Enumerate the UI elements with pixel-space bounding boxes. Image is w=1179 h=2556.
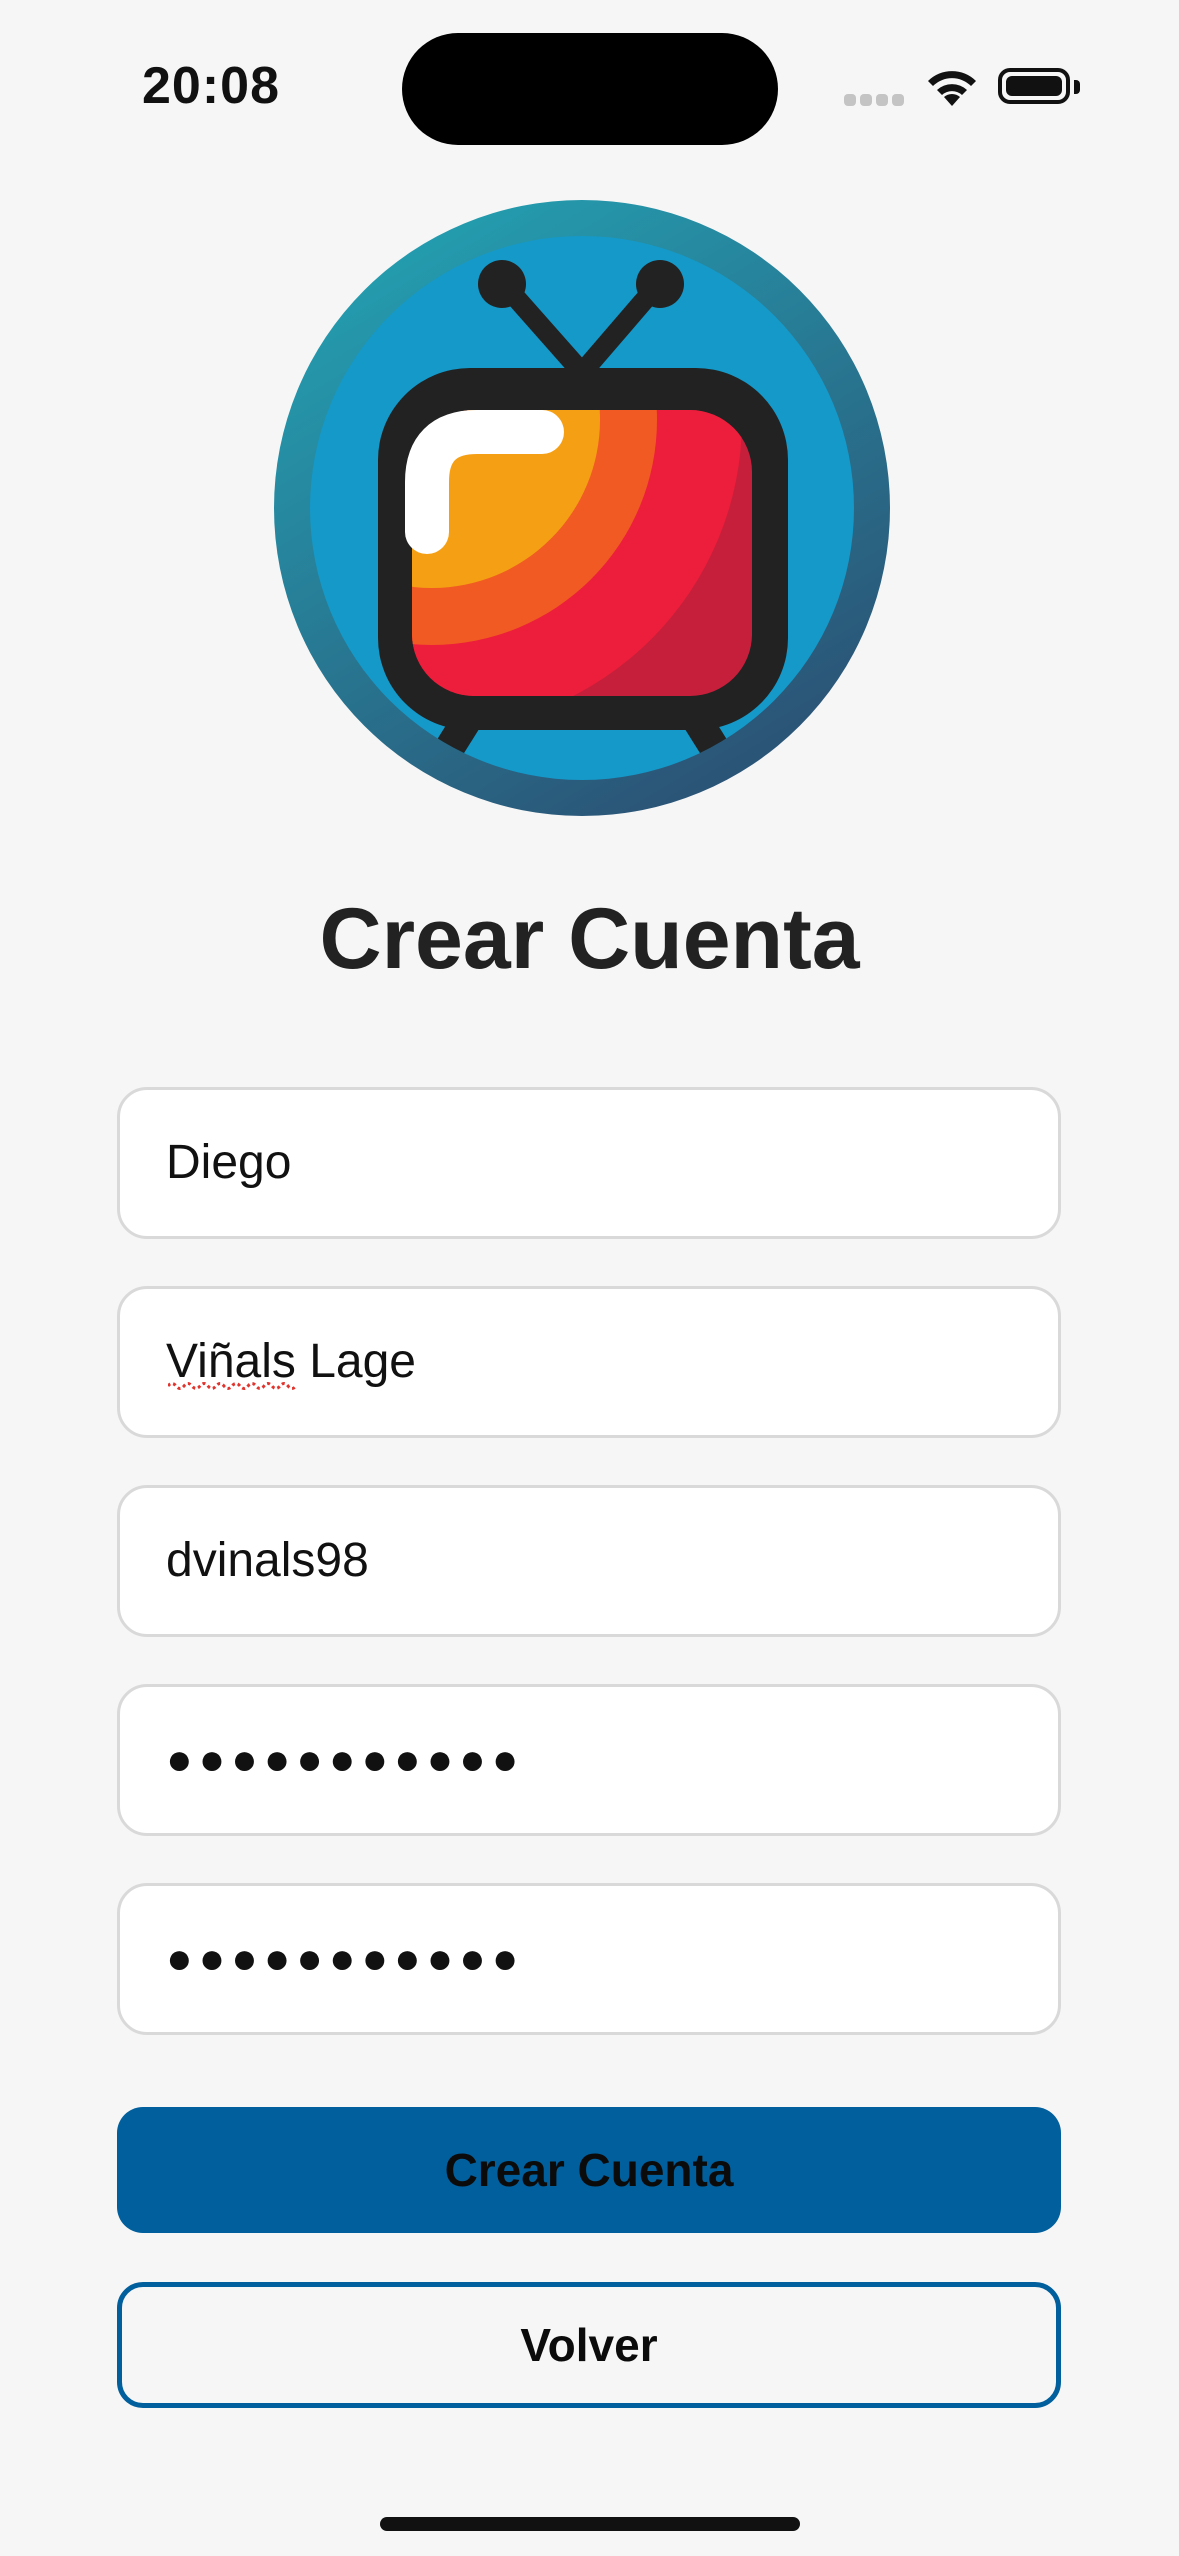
create-account-button[interactable]: Crear Cuenta	[117, 2107, 1061, 2233]
username-field[interactable]: dvinals98	[117, 1485, 1061, 1637]
battery-tip	[1074, 80, 1080, 94]
battery-icon	[998, 68, 1070, 104]
first-name-value: Diego	[166, 1136, 292, 1189]
retro-tv-icon	[274, 200, 890, 816]
password-value: ●●●●●●●●●●●	[166, 1735, 525, 1784]
spellcheck-underline	[168, 1382, 298, 1390]
cellular-signal-bar	[892, 94, 904, 106]
status-time: 20:08	[142, 57, 280, 115]
last-name-field[interactable]: Viñals Lage	[117, 1286, 1061, 1438]
confirm-password-value: ●●●●●●●●●●●	[166, 1934, 525, 1983]
cellular-signal-bar	[860, 94, 872, 106]
home-indicator[interactable]	[380, 2517, 800, 2531]
cellular-signal-bar	[876, 94, 888, 106]
confirm-password-field[interactable]: ●●●●●●●●●●●	[117, 1883, 1061, 2035]
status-icons	[844, 64, 1084, 112]
last-name-value: Viñals Lage	[166, 1335, 416, 1388]
page-title: Crear Cuenta	[319, 891, 860, 987]
cellular-signal-icon	[844, 94, 856, 106]
password-field[interactable]: ●●●●●●●●●●●	[117, 1684, 1061, 1836]
username-value: dvinals98	[166, 1534, 369, 1587]
wifi-icon	[928, 71, 976, 106]
dynamic-island	[402, 33, 778, 145]
back-button[interactable]: Volver	[117, 2282, 1061, 2408]
first-name-field[interactable]: Diego	[117, 1087, 1061, 1239]
